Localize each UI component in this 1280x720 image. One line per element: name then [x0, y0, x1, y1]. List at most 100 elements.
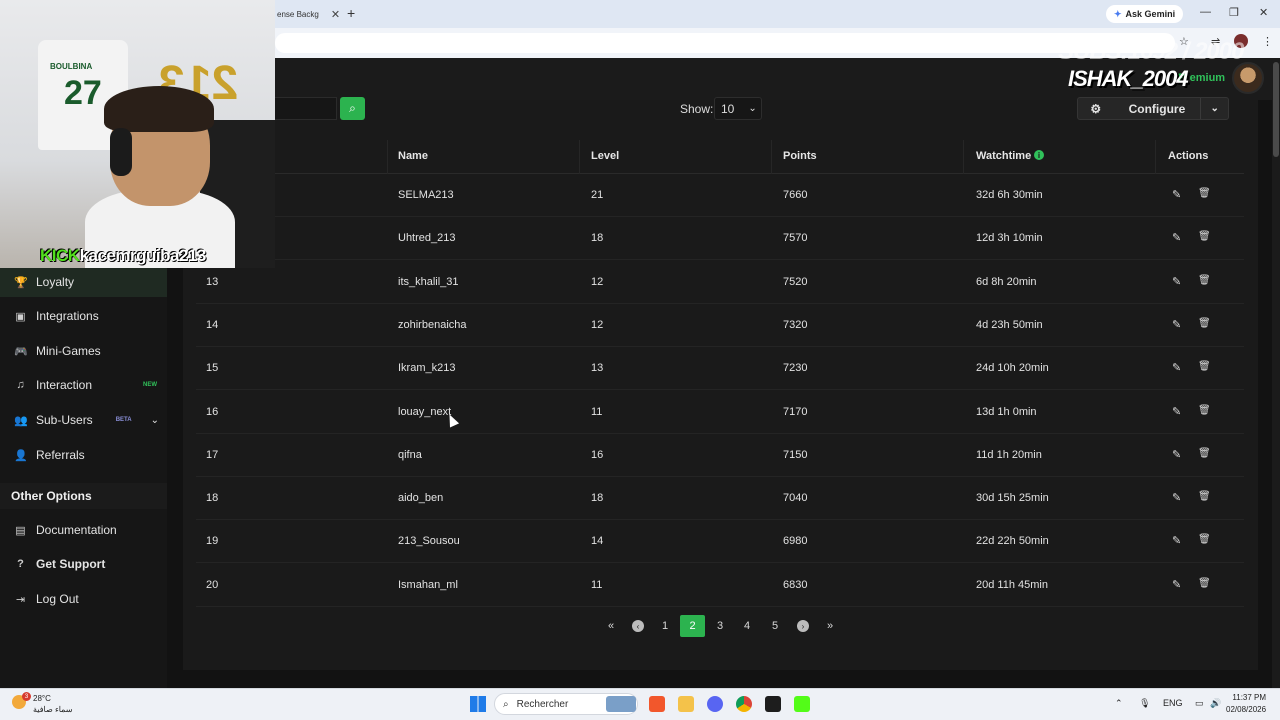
- user-avatar[interactable]: [1232, 62, 1264, 94]
- configure-dropdown-toggle[interactable]: ⌄: [1200, 98, 1228, 119]
- weather-widget[interactable]: 28°C سماء صافية: [33, 693, 73, 715]
- windows-taskbar: [0, 688, 1280, 720]
- info-icon[interactable]: i: [1034, 150, 1044, 160]
- search-button[interactable]: ⌕: [340, 97, 365, 120]
- chevron-up-icon[interactable]: ⌃: [1115, 698, 1123, 708]
- column-header-actions: Actions: [1168, 150, 1209, 162]
- sidebar-item-loyalty[interactable]: 🏆 Loyalty: [0, 267, 167, 297]
- row-name: 213_Sousou: [398, 535, 460, 548]
- column-header-level[interactable]: Level: [591, 150, 619, 162]
- pagination-page-4[interactable]: 4: [736, 615, 758, 637]
- row-rank: 20: [206, 578, 219, 591]
- configure-button[interactable]: ⚙ Configure ⌄: [1077, 97, 1229, 120]
- table-row: 17 qifna 16 7150 11d 1h 20min ✎ 🗑: [196, 434, 1244, 477]
- close-window-icon[interactable]: ✕: [1259, 6, 1268, 19]
- pagination-page-2[interactable]: 2: [680, 615, 705, 637]
- edit-icon[interactable]: ✎: [1172, 275, 1181, 288]
- delete-icon[interactable]: 🗑: [1198, 318, 1211, 329]
- new-tab-icon[interactable]: +: [347, 5, 355, 21]
- chevron-down-icon[interactable]: ⌄: [151, 415, 159, 426]
- taskbar-clock[interactable]: 11:37 PM 02/08/2026: [1226, 692, 1266, 716]
- delete-icon[interactable]: 🗑: [1198, 578, 1211, 589]
- chrome-icon[interactable]: [736, 696, 752, 712]
- sidebar-item-integrations[interactable]: ▣ Integrations: [0, 301, 167, 331]
- edit-icon[interactable]: ✎: [1172, 491, 1181, 504]
- edit-icon[interactable]: ✎: [1172, 231, 1181, 244]
- delete-icon[interactable]: 🗑: [1198, 534, 1211, 545]
- referrals-icon: 👤: [14, 449, 28, 462]
- sidebar-item-interaction[interactable]: ♫ Interaction NEW: [0, 370, 167, 400]
- edit-icon[interactable]: ✎: [1172, 188, 1181, 201]
- sidebar-item-label: Documentation: [36, 523, 117, 537]
- kick-app-icon[interactable]: [794, 696, 810, 712]
- sidebar-item-sub-users[interactable]: 👥 Sub-Users BETA ⌄: [0, 405, 167, 435]
- column-header-watchtime[interactable]: Watchtime: [976, 150, 1031, 162]
- edit-icon[interactable]: ✎: [1172, 361, 1181, 374]
- discord-icon[interactable]: [707, 696, 723, 712]
- pagination-page-1[interactable]: 1: [654, 615, 676, 637]
- scrollbar-thumb[interactable]: [1273, 62, 1279, 157]
- volume-icon[interactable]: 🔊: [1210, 698, 1221, 708]
- pagination-page-5[interactable]: 5: [764, 615, 786, 637]
- search-highlight-image[interactable]: [606, 696, 636, 712]
- delete-icon[interactable]: 🗑: [1198, 231, 1211, 242]
- ask-gemini-button[interactable]: ✦ Ask Gemini: [1106, 5, 1184, 23]
- search-icon: ⌕: [349, 101, 356, 115]
- row-watchtime: 24d 10h 20min: [976, 362, 1049, 375]
- clock-date: 02/08/2026: [1226, 705, 1267, 714]
- maximize-icon[interactable]: ❐: [1229, 6, 1239, 19]
- kick-channel-name: kacemrguiba213: [79, 246, 207, 265]
- edit-icon[interactable]: ✎: [1172, 578, 1181, 591]
- row-watchtime: 30d 15h 25min: [976, 492, 1049, 505]
- sidebar-item-label: Mini-Games: [36, 344, 101, 358]
- system-tray[interactable]: ⌃ 🎙 ENG ▭ 🔊: [1115, 698, 1221, 709]
- pagination-page-3[interactable]: 3: [709, 615, 731, 637]
- delete-icon[interactable]: 🗑: [1198, 448, 1211, 459]
- pagination-first[interactable]: «: [600, 615, 622, 637]
- delete-icon[interactable]: 🗑: [1198, 361, 1211, 372]
- pagination-next[interactable]: ›: [797, 620, 809, 632]
- delete-icon[interactable]: 🗑: [1198, 275, 1211, 286]
- url-field[interactable]: [275, 33, 1175, 53]
- headset-icon: [110, 128, 132, 176]
- edit-icon[interactable]: ✎: [1172, 534, 1181, 547]
- delete-icon[interactable]: 🗑: [1198, 491, 1211, 502]
- windows-start-icon[interactable]: [470, 696, 486, 712]
- beta-badge: BETA: [115, 417, 132, 423]
- pagination-prev[interactable]: ‹: [632, 620, 644, 632]
- sidebar-item-mini-games[interactable]: 🎮 Mini-Games: [0, 336, 167, 366]
- other-options-heading: Other Options: [0, 483, 167, 509]
- pagination-last[interactable]: »: [819, 615, 841, 637]
- page-size-select[interactable]: 10 ⌄: [714, 97, 762, 120]
- column-header-name[interactable]: Name: [398, 150, 428, 162]
- row-level: 18: [591, 232, 604, 245]
- network-icon[interactable]: ▭: [1195, 698, 1204, 708]
- delete-icon[interactable]: 🗑: [1198, 405, 1211, 416]
- help-icon: ?: [17, 558, 24, 570]
- weather-notification-badge: 3: [22, 692, 31, 701]
- row-watchtime: 22d 22h 50min: [976, 535, 1049, 548]
- language-indicator[interactable]: ENG: [1163, 698, 1183, 708]
- show-label: Show:: [680, 102, 714, 116]
- column-divider: [771, 140, 772, 174]
- column-header-points[interactable]: Points: [783, 150, 817, 162]
- edit-icon[interactable]: ✎: [1172, 318, 1181, 331]
- gamepad-icon: 🎮: [14, 345, 28, 358]
- sidebar-item-label: Get Support: [36, 557, 106, 571]
- edit-icon[interactable]: ✎: [1172, 448, 1181, 461]
- tab-close-icon[interactable]: ✕: [331, 8, 340, 21]
- edit-icon[interactable]: ✎: [1172, 405, 1181, 418]
- delete-icon[interactable]: 🗑: [1198, 188, 1211, 199]
- microphone-icon[interactable]: 🎙: [1139, 698, 1150, 708]
- sidebar-item-log-out[interactable]: ⇥ Log Out: [0, 584, 167, 614]
- brave-browser-icon[interactable]: [649, 696, 665, 712]
- text-editor-icon[interactable]: [765, 696, 781, 712]
- sidebar-item-documentation[interactable]: ▤ Documentation: [0, 515, 167, 545]
- file-explorer-icon[interactable]: [678, 696, 694, 712]
- search-input[interactable]: [275, 97, 337, 120]
- sidebar-item-get-support[interactable]: ? Get Support: [0, 549, 167, 579]
- row-rank: 13: [206, 275, 219, 288]
- minimize-icon[interactable]: —: [1200, 6, 1211, 18]
- sidebar-item-referrals[interactable]: 👤 Referrals: [0, 440, 167, 470]
- browser-menu-icon[interactable]: ⋮: [1262, 35, 1273, 48]
